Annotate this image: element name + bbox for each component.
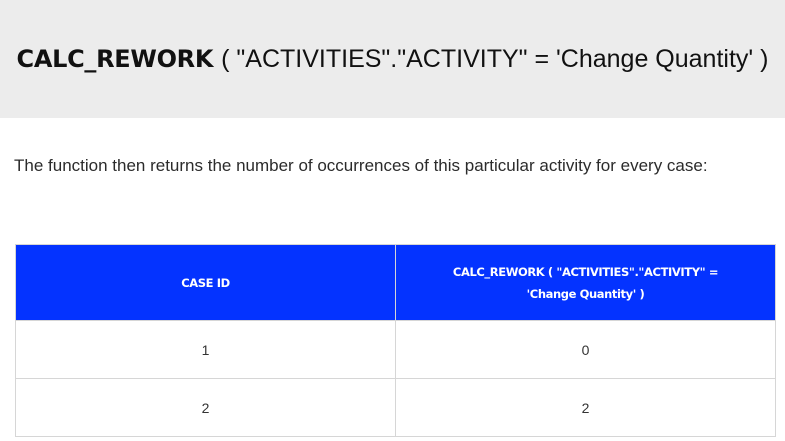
description-text: The function then returns the number of … [14, 156, 708, 175]
result-table: CASE ID CALC_REWORK ( "ACTIVITIES"."ACTI… [15, 244, 776, 437]
table-cell-rework-count: 2 [395, 378, 776, 437]
column-header-calc-rework: CALC_REWORK ( "ACTIVITIES"."ACTIVITY" = … [395, 244, 776, 321]
table-row: 2 2 [15, 378, 776, 437]
table-header-row: CASE ID CALC_REWORK ( "ACTIVITIES"."ACTI… [15, 244, 776, 321]
function-arguments: ( "ACTIVITIES"."ACTIVITY" = 'Change Quan… [221, 44, 769, 73]
column-header-case-id: CASE ID [15, 244, 396, 321]
table-cell-case-id: 1 [15, 320, 396, 379]
table-cell-case-id: 2 [15, 378, 396, 437]
table-row: 1 0 [15, 320, 776, 379]
function-name: CALC_REWORK [16, 45, 214, 73]
table-cell-rework-count: 0 [395, 320, 776, 379]
code-banner: CALC_REWORK ( "ACTIVITIES"."ACTIVITY" = … [0, 0, 785, 118]
